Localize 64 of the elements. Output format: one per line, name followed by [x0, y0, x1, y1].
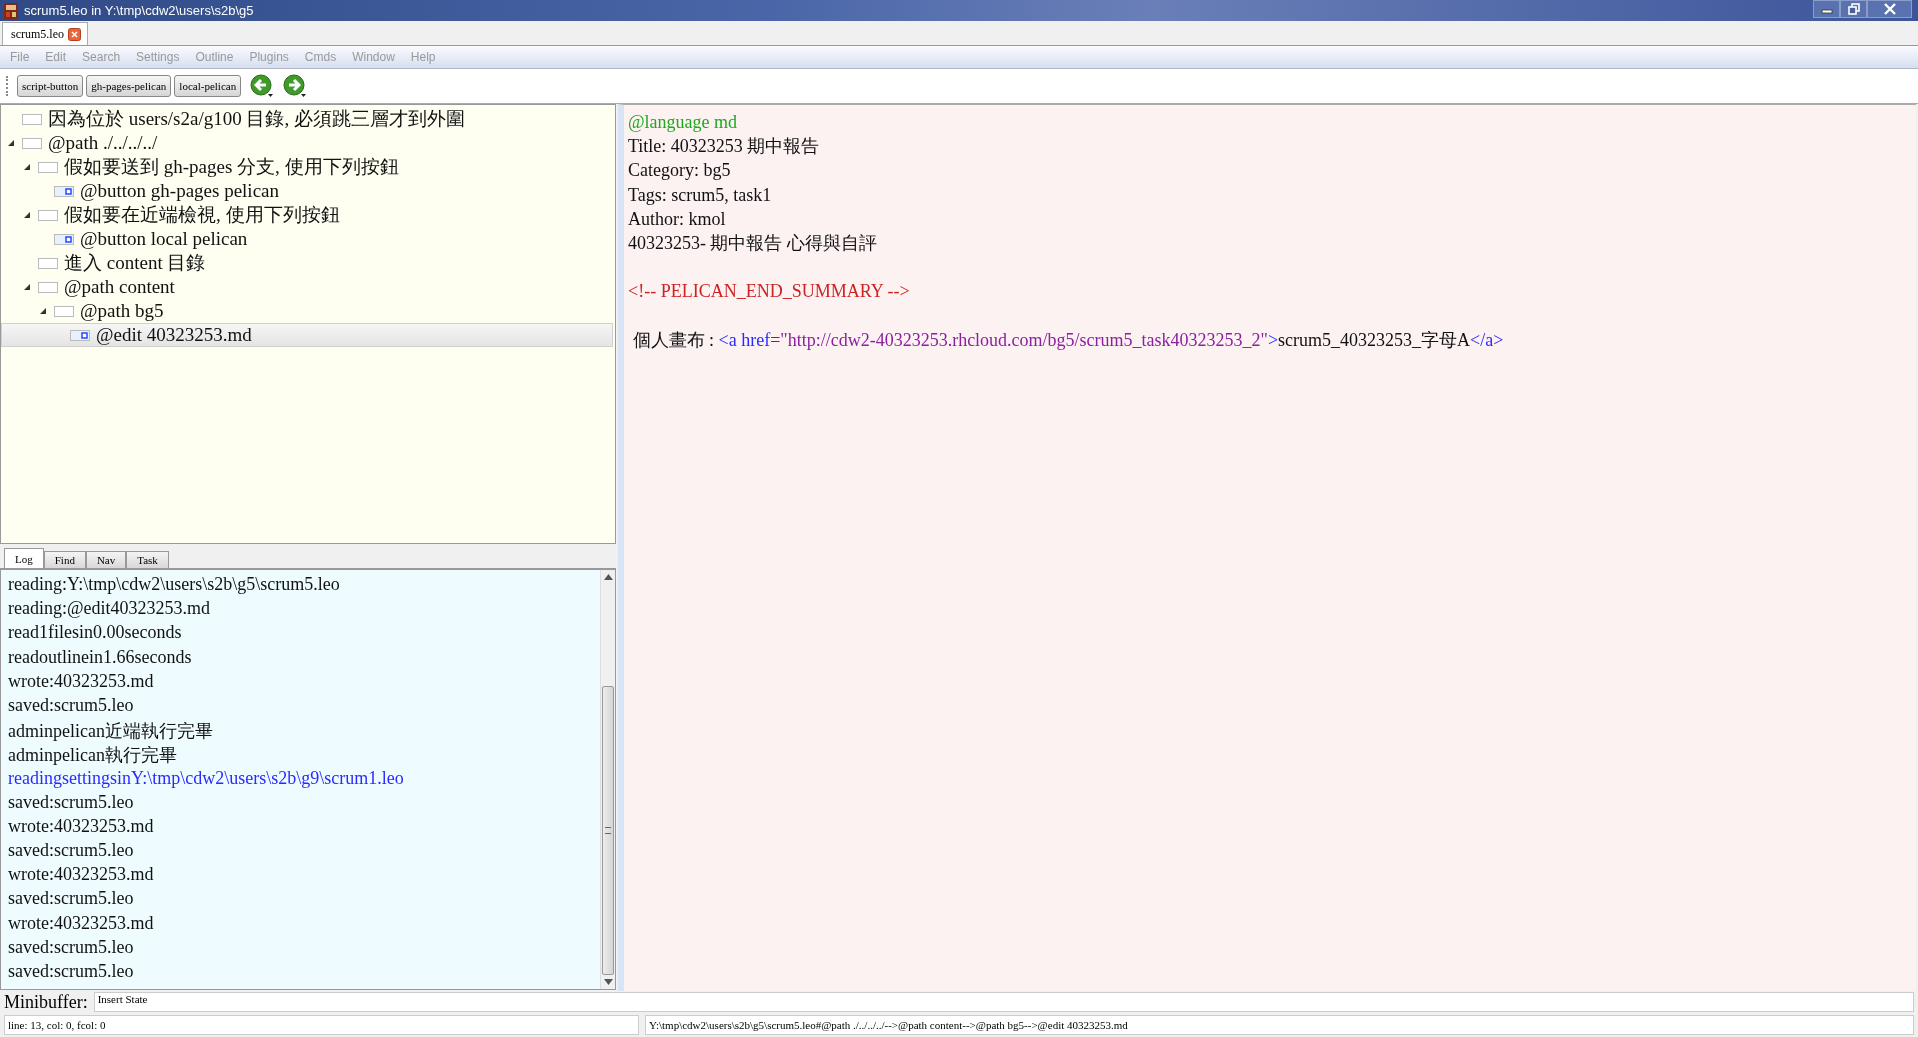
close-icon[interactable] [68, 27, 81, 41]
toolbar-button[interactable]: gh-pages-pelican [86, 75, 172, 97]
log-line: wrote:40323253.md [8, 815, 155, 838]
outline-node[interactable]: 假如要在近端檢視, 使用下列按鈕 [1, 203, 613, 227]
app-icon [4, 2, 18, 19]
minimize-button[interactable] [1813, 0, 1840, 18]
scrollbar[interactable] [600, 570, 615, 989]
log-tab[interactable]: Log [4, 548, 44, 568]
log-line: read1filesin0.00seconds [8, 622, 183, 645]
outline-node[interactable]: 因為位於 users/s2a/g100 目錄, 必須跳三層才到外圍 [1, 107, 613, 131]
scroll-down-icon[interactable] [603, 979, 613, 985]
log-line: saved:scrum5.leo [8, 936, 135, 959]
expanded-triangle-icon[interactable] [23, 211, 31, 219]
expanded-triangle-icon[interactable] [39, 307, 47, 315]
editor-line: Title: 40323253 期中報告 [628, 135, 821, 159]
status-path: Y:\tmp\cdw2\users\s2b\g5\scrum5.leo#@path ./../../../-->@path content-->@path bg5-->@edit 40323253.md [645, 1015, 1914, 1035]
minibuffer-field[interactable]: Insert State [93, 992, 1914, 1012]
log-line: saved:scrum5.leo [8, 888, 135, 911]
editor-line: Category: bg5 [628, 159, 732, 183]
log-tab[interactable]: Task [126, 551, 169, 568]
document-tab[interactable]: scrum5.leo [2, 22, 88, 45]
restore-icon [1847, 3, 1860, 15]
log-line: wrote:40323253.md [8, 864, 155, 887]
scroll-up-icon[interactable] [603, 574, 613, 580]
log-line: wrote:40323253.md [8, 912, 155, 935]
log-line: reading:Y:\tmp\cdw2\users\s2b\g5\scrum5.leo [8, 574, 341, 596]
editor-line: 個人畫布 : <a href="http://cdw2-40323253.rhcloud.com/bg5/scrum5_task40323253_2">scrum5_40323253_字母A</a> [631, 328, 1505, 352]
outline-node[interactable]: @button local pelican [1, 227, 613, 251]
log-tab[interactable]: Find [43, 551, 86, 568]
editor-line: <!-- PELICAN_END_SUMMARY --> [628, 280, 911, 304]
toolbar-button[interactable]: local-pelican [174, 75, 242, 97]
log-line: reading:@edit40323253.md [8, 598, 212, 621]
log-line: readoutlinein1.66seconds [8, 646, 193, 669]
log-line: readingsettingsinY:\tmp\cdw2\users\s2b\g9\scrum1.leo [8, 767, 405, 790]
editor-line: Author: kmol [628, 207, 727, 231]
expanded-triangle-icon[interactable] [7, 139, 15, 147]
outline-node[interactable]: 進入 content 目錄 [1, 251, 613, 275]
restore-button[interactable] [1840, 0, 1867, 18]
log-line: wrote:40323253.md [8, 670, 155, 693]
window-title: scrum5.leo in Y:\tmp\cdw2\users\s2b\g5 [24, 3, 254, 18]
status-position: line: 13, col: 0, fcol: 0 [4, 1015, 639, 1035]
outline-node[interactable]: @path content [1, 275, 613, 299]
log-line: saved:scrum5.leo [8, 840, 135, 863]
log-line: adminpelican近端執行完畢 [8, 720, 214, 744]
log-tab[interactable]: Nav [85, 551, 127, 568]
editor-line: Tags: scrum5, task1 [628, 183, 773, 207]
log-line: saved:scrum5.leo [8, 694, 135, 717]
editor-line: @language md [628, 111, 739, 134]
scroll-thumb[interactable] [602, 685, 614, 975]
expanded-triangle-icon[interactable] [23, 163, 31, 171]
outline-node[interactable]: @path ./../../../ [1, 131, 613, 155]
outline-node[interactable]: @edit 40323253.md [1, 323, 613, 347]
minibuffer-label: Minibuffer: [4, 991, 88, 1013]
log-line: adminpelican執行完畢 [8, 744, 178, 768]
close-button[interactable] [1867, 0, 1912, 18]
close-icon [1882, 3, 1897, 15]
log-line: saved:scrum5.leo [8, 791, 135, 814]
outline-node[interactable]: @path bg5 [1, 299, 613, 323]
outline-node[interactable]: 假如要送到 gh-pages 分支, 使用下列按鈕 [1, 155, 613, 179]
editor-line: 40323253- 期中報告 心得與自評 [628, 232, 878, 255]
toolbar-button[interactable]: script-button [17, 75, 84, 97]
expanded-triangle-icon[interactable] [23, 283, 31, 291]
log-line: saved:scrum5.leo [8, 961, 135, 983]
outline-node[interactable]: @button gh-pages pelican [1, 179, 613, 203]
